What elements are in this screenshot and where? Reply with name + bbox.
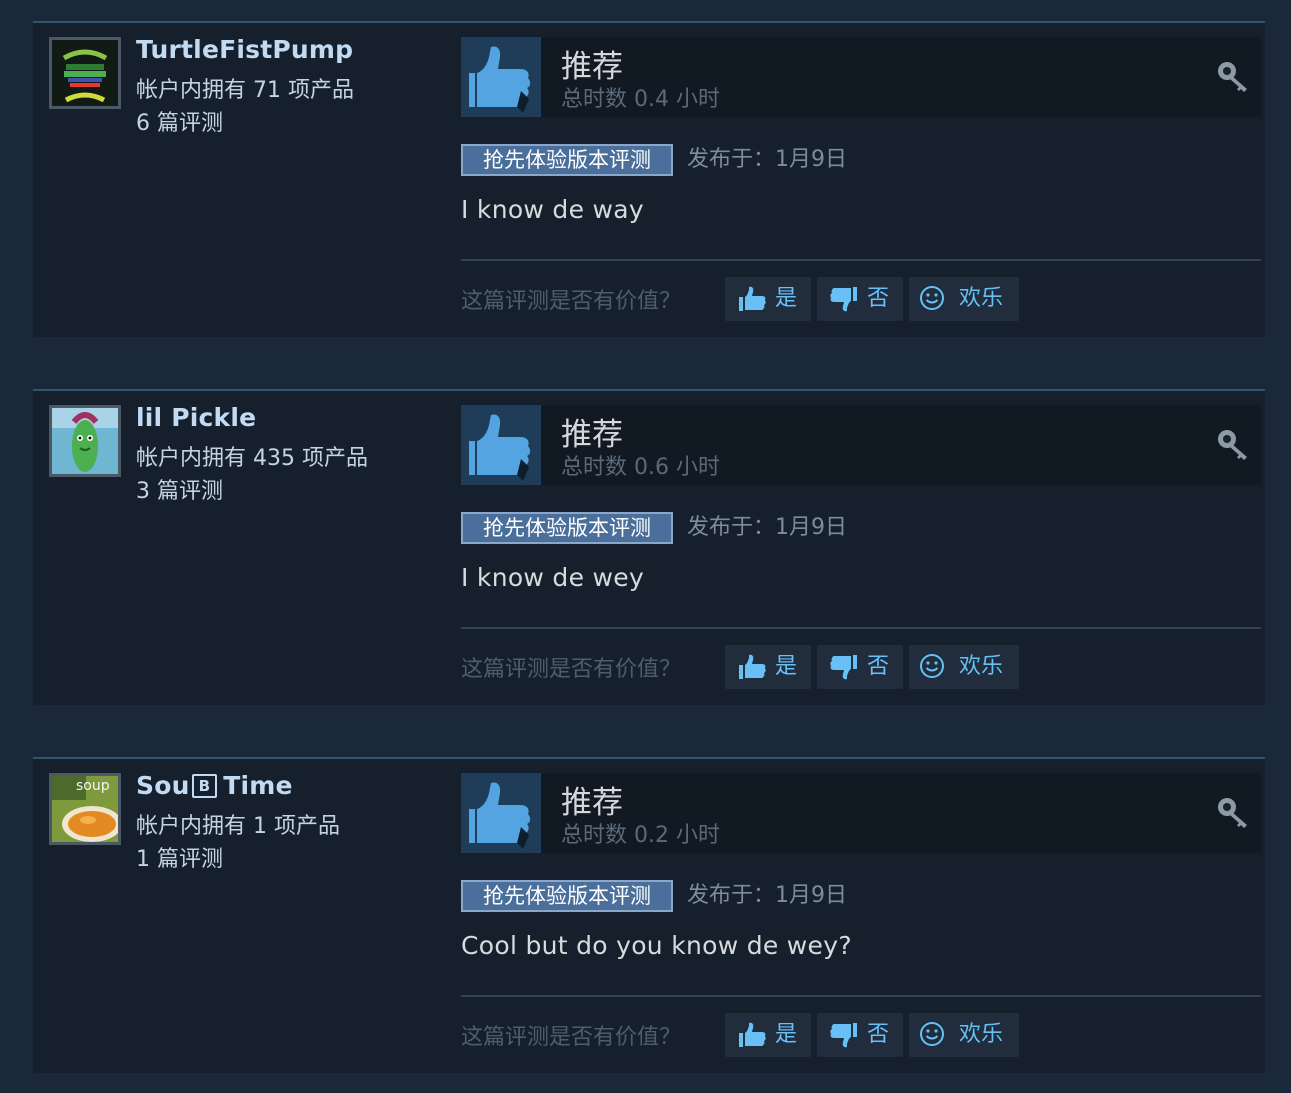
recommendation-header[interactable]: 推荐 总时数 0.2 小时 [461, 773, 1261, 853]
vote-yes-label: 是 [775, 654, 798, 679]
user-name[interactable]: TurtleFistPump [136, 35, 353, 64]
vote-funny-label: 欢乐 [959, 654, 1004, 679]
thumbs-down-icon [829, 1021, 859, 1065]
vote-yes-button[interactable]: 是 [725, 645, 811, 689]
recommendation-label: 推荐 [561, 417, 623, 453]
recommendation-header[interactable]: 推荐 总时数 0.4 小时 [461, 37, 1261, 117]
divider [461, 995, 1261, 997]
key-icon [1215, 427, 1251, 467]
review-text[interactable]: I know de wey [461, 563, 644, 592]
pickle-avatar-icon [52, 408, 118, 474]
early-access-badge: 抢先体验版本评测 [461, 880, 673, 912]
early-access-badge: 抢先体验版本评测 [461, 512, 673, 544]
review-count[interactable]: 3 篇评测 [136, 473, 223, 505]
vote-no-label: 否 [867, 1022, 890, 1047]
user-name-pre: Sou [136, 771, 190, 800]
review-count[interactable]: 6 篇评测 [136, 105, 223, 137]
avatar[interactable]: soup [49, 773, 121, 845]
helpful-question: 这篇评测是否有价值？ [461, 657, 682, 682]
posted-date: 发布于：1月9日 [687, 883, 847, 908]
thumbs-down-icon [829, 653, 859, 697]
playtime: 总时数 0.2 小时 [561, 823, 720, 848]
avatar[interactable] [49, 37, 121, 109]
smiley-icon [919, 1019, 945, 1063]
helpful-question: 这篇评测是否有价值？ [461, 1025, 682, 1050]
user-name[interactable]: Sou B Time [136, 771, 293, 800]
vote-no-button[interactable]: 否 [817, 645, 903, 689]
vote-funny-label: 欢乐 [959, 1022, 1004, 1047]
vote-no-button[interactable]: 否 [817, 277, 903, 321]
thumbs-up-icon [461, 405, 541, 485]
vote-funny-button[interactable]: 欢乐 [909, 1013, 1019, 1057]
recommendation-label: 推荐 [561, 49, 623, 85]
vote-no-label: 否 [867, 654, 890, 679]
products-owned[interactable]: 帐户内拥有 1 项产品 [136, 808, 340, 840]
posted-date: 发布于：1月9日 [687, 515, 847, 540]
thumbs-down-icon [829, 285, 859, 329]
helpful-question: 这篇评测是否有价值？ [461, 289, 682, 314]
review-count[interactable]: 1 篇评测 [136, 841, 223, 873]
playtime: 总时数 0.4 小时 [561, 87, 720, 112]
products-owned[interactable]: 帐户内拥有 71 项产品 [136, 72, 354, 104]
vote-yes-label: 是 [775, 286, 798, 311]
review-text[interactable]: Cool but do you know de wey? [461, 931, 852, 960]
key-icon [1215, 795, 1251, 835]
products-owned[interactable]: 帐户内拥有 435 项产品 [136, 440, 368, 472]
vote-funny-button[interactable]: 欢乐 [909, 645, 1019, 689]
divider [461, 627, 1261, 629]
playtime: 总时数 0.6 小时 [561, 455, 720, 480]
vote-funny-button[interactable]: 欢乐 [909, 277, 1019, 321]
user-name[interactable]: lil Pickle [136, 403, 256, 432]
thumbs-up-icon [737, 1021, 767, 1065]
thumbs-up-icon [461, 37, 541, 117]
vote-funny-label: 欢乐 [959, 286, 1004, 311]
vote-yes-button[interactable]: 是 [725, 277, 811, 321]
review-card: TurtleFistPump 帐户内拥有 71 项产品 6 篇评测 推荐 总时数… [33, 21, 1265, 337]
recommendation-label: 推荐 [561, 785, 623, 821]
key-icon [1215, 59, 1251, 99]
review-card: lil Pickle 帐户内拥有 435 项产品 3 篇评测 推荐 总时数 0.… [33, 389, 1265, 705]
vote-no-button[interactable]: 否 [817, 1013, 903, 1057]
avatar[interactable] [49, 405, 121, 477]
vote-no-label: 否 [867, 286, 890, 311]
review-card: soup Sou B Time 帐户内拥有 1 项产品 1 篇评测 推荐 总时数 0… [33, 757, 1265, 1073]
smiley-icon [919, 283, 945, 327]
thumbs-up-icon [737, 653, 767, 697]
smiley-icon [919, 651, 945, 695]
posted-date: 发布于：1月9日 [687, 147, 847, 172]
vote-yes-label: 是 [775, 1022, 798, 1047]
avatar-label: soup [76, 778, 110, 794]
user-name-badge: B [191, 774, 218, 798]
user-name-post: Time [223, 771, 293, 800]
early-access-badge: 抢先体验版本评测 [461, 144, 673, 176]
review-text[interactable]: I know de way [461, 195, 644, 224]
vote-yes-button[interactable]: 是 [725, 1013, 811, 1057]
thumbs-up-icon [461, 773, 541, 853]
turtle-power-avatar-icon [52, 40, 118, 106]
thumbs-up-icon [737, 285, 767, 329]
divider [461, 259, 1261, 261]
recommendation-header[interactable]: 推荐 总时数 0.6 小时 [461, 405, 1261, 485]
